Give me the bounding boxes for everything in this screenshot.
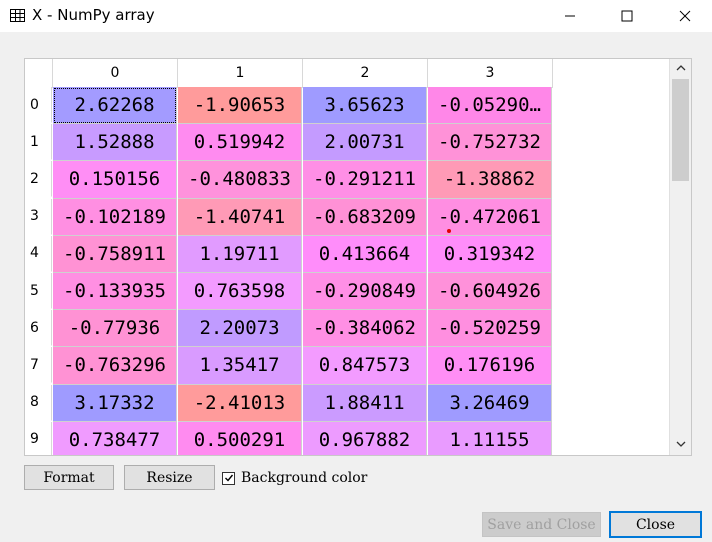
row-header-1[interactable]: 1 <box>25 124 52 161</box>
scroll-up-button[interactable] <box>670 59 691 77</box>
table-cell-6-3[interactable]: -0.520259 <box>428 310 552 348</box>
table-cell-2-3[interactable]: -1.38862 <box>428 161 552 199</box>
table-cell-1-2[interactable]: 2.00731 <box>303 124 427 162</box>
table-cell-5-3[interactable]: -0.604926 <box>428 273 552 311</box>
minimize-button[interactable] <box>547 0 593 32</box>
table-cell-5-0[interactable]: -0.133935 <box>53 273 177 311</box>
resize-button[interactable]: Resize <box>124 465 215 490</box>
maximize-button[interactable] <box>604 0 650 32</box>
row-header-2[interactable]: 2 <box>25 161 52 198</box>
background-color-checkbox[interactable] <box>222 471 235 485</box>
table-cell-4-1[interactable]: 1.19711 <box>178 235 302 273</box>
title-bar: X - NumPy array <box>0 0 712 32</box>
table-cell-7-1[interactable]: 1.35417 <box>178 347 302 385</box>
minimize-icon <box>565 15 575 17</box>
table-cell-9-1[interactable]: 0.500291 <box>178 421 302 455</box>
table-cell-8-2[interactable]: 1.88411 <box>303 384 427 422</box>
table-corner <box>25 59 53 88</box>
table-cell-2-2[interactable]: -0.291211 <box>303 161 427 199</box>
vertical-scrollbar[interactable] <box>669 59 691 455</box>
table-cell-5-2[interactable]: -0.290849 <box>303 273 427 311</box>
table-cell-1-3[interactable]: -0.752732 <box>428 124 552 162</box>
table-cell-8-0[interactable]: 3.17332 <box>53 384 177 422</box>
scroll-thumb[interactable] <box>672 79 689 181</box>
table-cell-7-0[interactable]: -0.763296 <box>53 347 177 385</box>
column-header-0[interactable]: 0 <box>53 59 178 88</box>
table-cell-1-0[interactable]: 1.52888 <box>53 124 177 162</box>
column-header-3[interactable]: 3 <box>428 59 553 88</box>
table-cell-1-1[interactable]: 0.519942 <box>178 124 302 162</box>
table-cell-6-0[interactable]: -0.77936 <box>53 310 177 348</box>
table-cell-9-2[interactable]: 0.967882 <box>303 421 427 455</box>
cursor-marker <box>447 229 451 233</box>
row-header-0[interactable]: 0 <box>25 87 52 123</box>
table-cell-6-2[interactable]: -0.384062 <box>303 310 427 348</box>
table-cell-0-0[interactable]: 2.62268 <box>53 87 177 125</box>
table-cell-7-3[interactable]: 0.176196 <box>428 347 552 385</box>
background-color-label: Background color <box>241 470 368 486</box>
column-header-2[interactable]: 2 <box>303 59 428 88</box>
table-cell-4-3[interactable]: 0.319342 <box>428 235 552 273</box>
table-cell-4-0[interactable]: -0.758911 <box>53 235 177 273</box>
row-header-8[interactable]: 8 <box>25 384 52 421</box>
row-header-4[interactable]: 4 <box>25 235 52 272</box>
table-cell-0-2[interactable]: 3.65623 <box>303 87 427 125</box>
row-header-6[interactable]: 6 <box>25 310 52 347</box>
row-header-5[interactable]: 5 <box>25 273 52 309</box>
table-cell-3-2[interactable]: -0.683209 <box>303 198 427 236</box>
table-cell-0-1[interactable]: -1.90653 <box>178 87 302 125</box>
chevron-down-icon <box>676 441 685 447</box>
save-and-close-button[interactable]: Save and Close <box>482 512 601 537</box>
table-cell-3-0[interactable]: -0.102189 <box>53 198 177 236</box>
table-cell-3-1[interactable]: -1.40741 <box>178 198 302 236</box>
table-cell-8-1[interactable]: -2.41013 <box>178 384 302 422</box>
row-header-9[interactable]: 9 <box>25 421 52 455</box>
row-header-7[interactable]: 7 <box>25 347 52 384</box>
background-color-toggle[interactable]: Background color <box>222 470 367 486</box>
array-table: 0 1 2 3 0 2.62268 -1.90653 3.65623 -0.05290…… <box>24 58 692 456</box>
close-icon <box>679 10 691 22</box>
format-button[interactable]: Format <box>24 465 114 490</box>
table-cell-2-1[interactable]: -0.480833 <box>178 161 302 199</box>
scroll-down-button[interactable] <box>670 435 691 453</box>
row-header-3[interactable]: 3 <box>25 198 52 235</box>
checkmark-icon <box>224 474 233 482</box>
chevron-up-icon <box>676 65 685 71</box>
table-cell-6-1[interactable]: 2.20073 <box>178 310 302 348</box>
window-title: X - NumPy array <box>32 6 155 24</box>
table-cell-9-3[interactable]: 1.11155 <box>428 421 552 455</box>
close-button[interactable]: Close <box>609 511 702 538</box>
maximize-icon <box>621 10 633 22</box>
table-icon <box>10 9 25 22</box>
table-cell-4-2[interactable]: 0.413664 <box>303 235 427 273</box>
column-header-1[interactable]: 1 <box>178 59 303 88</box>
table-cell-9-0[interactable]: 0.738477 <box>53 421 177 455</box>
close-window-button[interactable] <box>662 0 708 32</box>
table-cell-2-0[interactable]: 0.150156 <box>53 161 177 199</box>
table-cell-8-3[interactable]: 3.26469 <box>428 384 552 422</box>
table-cell-5-1[interactable]: 0.763598 <box>178 273 302 311</box>
table-cell-0-3[interactable]: -0.05290… <box>428 87 552 125</box>
table-cell-7-2[interactable]: 0.847573 <box>303 347 427 385</box>
